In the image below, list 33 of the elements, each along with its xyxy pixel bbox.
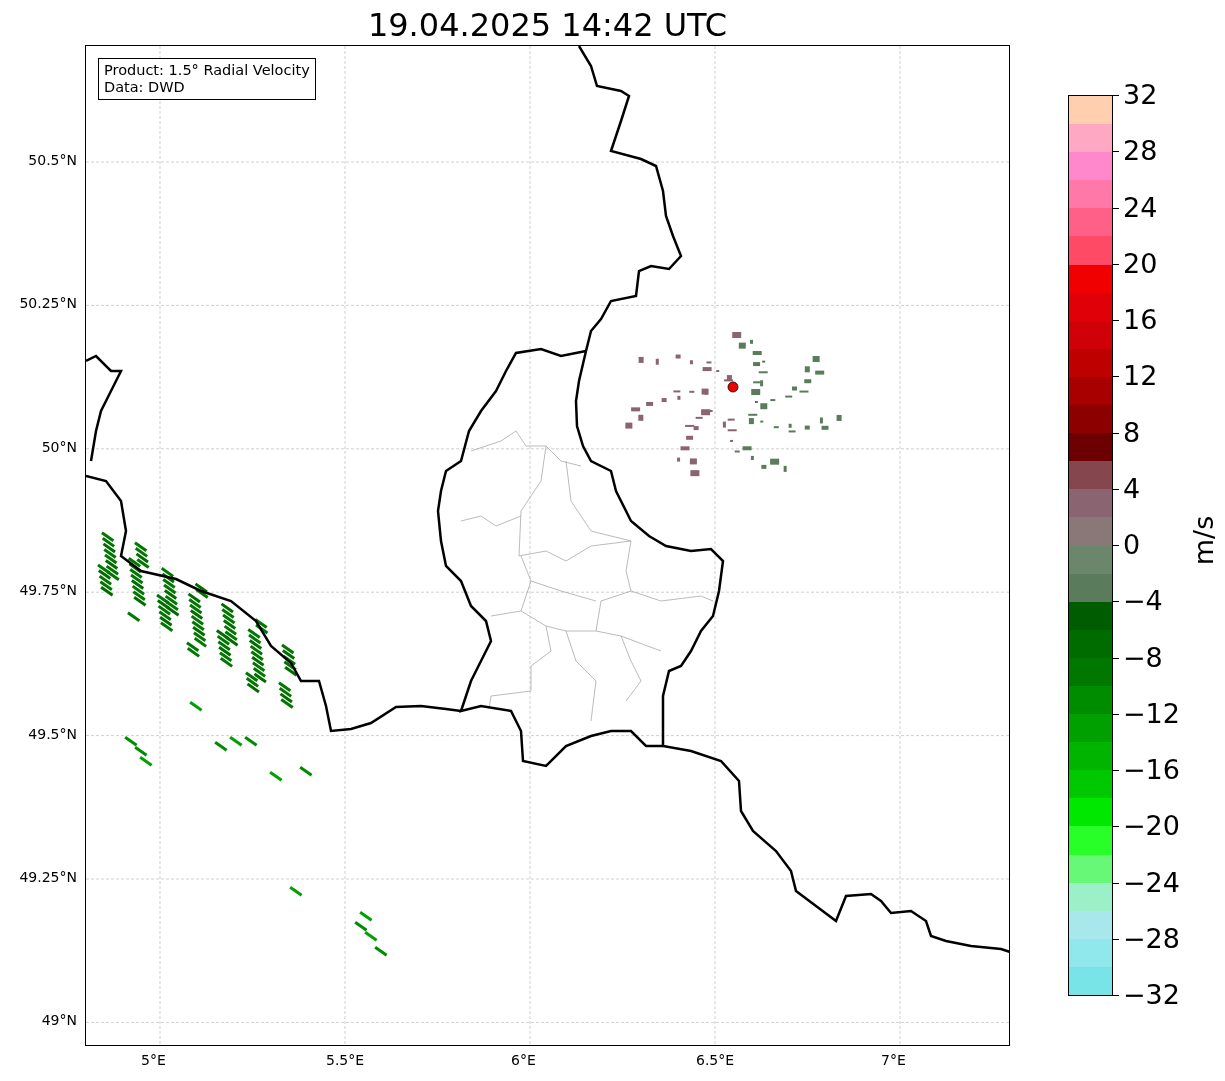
colorbar-tick-label: −32 — [1123, 981, 1180, 1008]
colorbar-tick-label: 28 — [1123, 137, 1158, 165]
legend-text: Data: DWD — [104, 79, 186, 96]
chart-title: 19.04.2025 14:42 UTC — [367, 9, 728, 45]
latitude-label: 50.25°N — [19, 295, 77, 312]
colorbar-tick-label: −16 — [1123, 756, 1180, 783]
colorbar-tick-label: −28 — [1123, 924, 1180, 952]
colorbar-tick-label: 8 — [1123, 418, 1141, 446]
colorbar-tick-label: 4 — [1123, 474, 1141, 502]
colorbar-tick-label: −20 — [1123, 812, 1180, 840]
colorbar-tick-label: −12 — [1123, 699, 1180, 727]
longitude-label: 5°E — [141, 1052, 166, 1068]
longitude-label: 7°E — [881, 1052, 906, 1068]
latitude-label: 50.5°N — [28, 152, 77, 168]
longitude-label: 6.5°E — [696, 1052, 735, 1068]
colorbar-tick-label: −8 — [1123, 643, 1163, 671]
latitude-label: 49°N — [41, 1012, 77, 1029]
latitude-label: 49.5°N — [28, 725, 77, 742]
colorbar-tick-label: 20 — [1123, 249, 1158, 277]
colorbar-tick-label: −4 — [1123, 587, 1163, 615]
colorbar-label: m/s — [1188, 515, 1220, 566]
colorbar-tick-label: 0 — [1123, 531, 1141, 558]
legend-text: Product: 1.5° Radial Velocity — [104, 62, 310, 79]
colorbar-tick-label: 12 — [1123, 362, 1158, 390]
colorbar-tick-label: −24 — [1123, 868, 1180, 896]
longitude-label: 5.5°E — [326, 1052, 365, 1068]
latitude-label: 49.25°N — [19, 869, 77, 885]
latitude-label: 49.75°N — [19, 582, 77, 599]
colorbar-tick-label: 24 — [1123, 193, 1158, 221]
longitude-label: 6°E — [511, 1052, 536, 1068]
colorbar-tick-label: 16 — [1123, 306, 1158, 333]
colorbar-tick-label: 32 — [1123, 81, 1158, 108]
latitude-label: 50°N — [41, 438, 77, 455]
